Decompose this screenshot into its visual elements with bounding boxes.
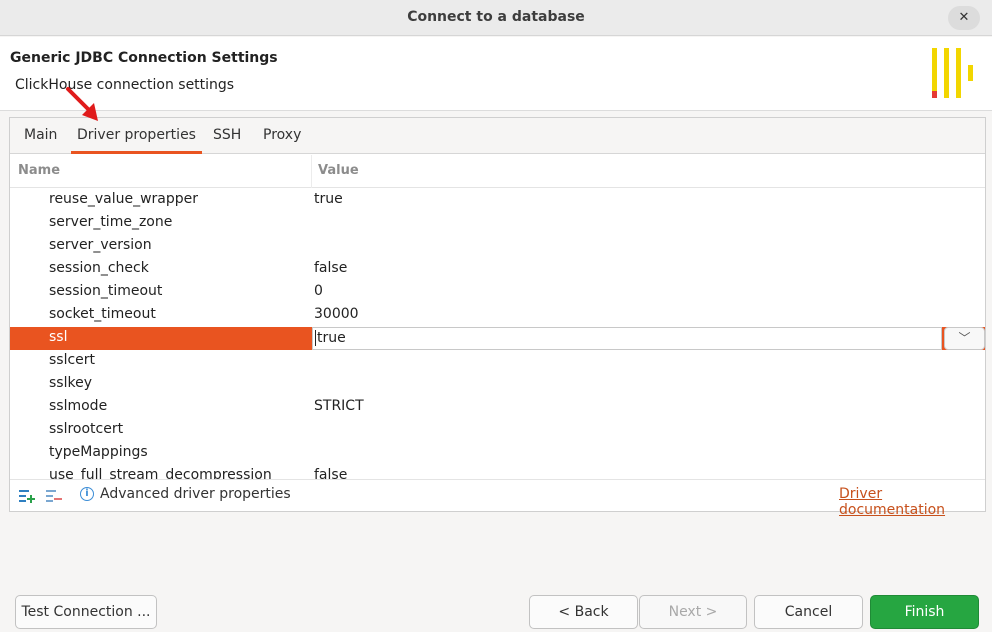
table-row[interactable]: sslrootcert [10, 419, 985, 442]
table-row[interactable]: server_version [10, 235, 985, 258]
property-name: typeMappings [49, 444, 148, 460]
close-button[interactable]: ✕ [948, 6, 980, 30]
test-connection-button[interactable]: Test Connection ... [15, 595, 157, 629]
property-name: sslkey [49, 375, 92, 391]
property-value: 30000 [314, 306, 359, 322]
table-row[interactable]: sslkey [10, 373, 985, 396]
table-row[interactable]: sslmode STRICT [10, 396, 985, 419]
table-row[interactable]: typeMappings [10, 442, 985, 465]
title-bar: Connect to a database ✕ [0, 0, 992, 36]
property-name: sslrootcert [49, 421, 124, 437]
clickhouse-logo [932, 48, 973, 98]
table-row-selected[interactable]: ssl true ﹀ [10, 327, 985, 350]
table-row[interactable]: sslcert [10, 350, 985, 373]
tab-proxy[interactable]: Proxy [263, 127, 301, 143]
property-name: server_time_zone [49, 214, 173, 230]
property-value: 0 [314, 283, 323, 299]
property-name: sslmode [49, 398, 108, 414]
property-name: use_full_stream_decompression [49, 467, 272, 479]
finish-button[interactable]: Finish [870, 595, 979, 629]
tab-bar: Main Driver properties SSH Proxy [10, 118, 985, 154]
table-row[interactable]: socket_timeout 30000 [10, 304, 985, 327]
property-name: socket_timeout [49, 306, 156, 322]
driver-documentation-link[interactable]: Driver documentation [839, 486, 985, 518]
settings-panel: Main Driver properties SSH Proxy Name Va… [9, 117, 986, 518]
property-value: false [314, 260, 348, 276]
cancel-button[interactable]: Cancel [754, 595, 863, 629]
column-header-name[interactable]: Name [18, 163, 60, 178]
header-title: Generic JDBC Connection Settings [10, 50, 278, 66]
back-button[interactable]: < Back [529, 595, 638, 629]
property-value: false [314, 467, 348, 479]
window-title: Connect to a database [407, 9, 585, 25]
table-toolbar: i Advanced driver properties Driver docu… [10, 479, 985, 518]
property-value: STRICT [314, 398, 364, 414]
property-name: ssl [49, 329, 68, 345]
property-name: session_check [49, 260, 149, 276]
add-property-icon[interactable] [18, 488, 36, 504]
chevron-down-icon[interactable]: ﹀ [958, 331, 970, 345]
property-name: sslcert [49, 352, 96, 368]
info-icon: i [80, 487, 94, 501]
property-name: session_timeout [49, 283, 163, 299]
table-row[interactable]: reuse_value_wrapper true [10, 189, 985, 212]
dialog-header: Generic JDBC Connection Settings ClickHo… [0, 37, 992, 111]
column-divider[interactable] [311, 155, 312, 188]
remove-property-icon[interactable] [45, 488, 63, 504]
tab-driver-properties[interactable]: Driver properties [71, 127, 202, 154]
table-row[interactable]: server_time_zone [10, 212, 985, 235]
property-name: reuse_value_wrapper [49, 191, 199, 207]
combo-value[interactable]: true [315, 330, 346, 346]
properties-table: reuse_value_wrapper true server_time_zone… [10, 189, 985, 479]
combo-dropdown-button[interactable]: ﹀ [944, 327, 985, 350]
table-row[interactable]: use_full_stream_decompression false [10, 465, 985, 479]
table-row[interactable]: session_timeout 0 [10, 281, 985, 304]
tab-ssh[interactable]: SSH [213, 127, 241, 143]
next-button[interactable]: Next > [639, 595, 747, 629]
header-subtitle: ClickHouse connection settings [15, 77, 235, 93]
tab-main[interactable]: Main [24, 127, 57, 143]
table-row[interactable]: session_check false [10, 258, 985, 281]
property-name: server_version [49, 237, 152, 253]
advanced-properties-label: Advanced driver properties [100, 486, 291, 502]
property-value: true [314, 191, 343, 207]
value-combo-input[interactable]: true [312, 327, 942, 350]
close-icon[interactable]: ✕ [959, 10, 970, 25]
red-arrow [66, 87, 98, 121]
column-header-value[interactable]: Value [318, 163, 359, 178]
table-header: Name Value [10, 155, 985, 188]
